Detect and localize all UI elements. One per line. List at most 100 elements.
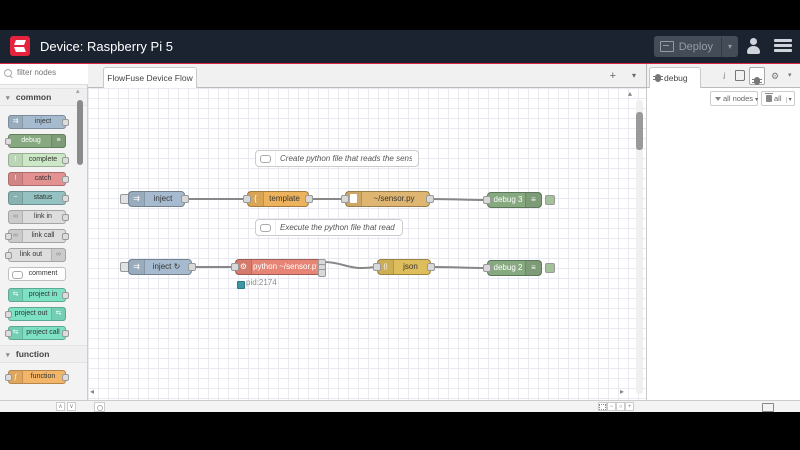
output-port[interactable] xyxy=(426,195,434,203)
project-icon: ⇆ xyxy=(9,289,23,301)
canvas-search-button[interactable] xyxy=(94,402,105,412)
minimap-icon xyxy=(599,404,606,410)
deploy-label: Deploy xyxy=(678,40,713,53)
palette-search[interactable] xyxy=(0,64,88,85)
output-port[interactable] xyxy=(188,263,196,271)
palette-node-status[interactable]: ~ status xyxy=(8,191,69,205)
palette-search-input[interactable] xyxy=(15,67,85,78)
bug-icon xyxy=(752,77,762,85)
input-port[interactable] xyxy=(483,264,491,272)
node-template[interactable]: { template xyxy=(243,191,313,207)
search-icon xyxy=(4,69,12,77)
sidebar-tabs-caret[interactable]: ▾ xyxy=(788,70,792,82)
project-icon: ⇆ xyxy=(51,308,65,320)
output-port[interactable] xyxy=(427,263,435,271)
node-sensor-file[interactable]: ~/sensor.py xyxy=(341,191,434,207)
collapse-categories-button[interactable]: ∧ xyxy=(56,402,65,411)
palette-node-inject[interactable]: ⇉ inject xyxy=(8,115,69,129)
expand-categories-button[interactable]: ∨ xyxy=(67,402,76,411)
zoom-in-button[interactable]: + xyxy=(625,402,634,411)
sidebar-tabbar: debug i ⚙ ▾ xyxy=(646,64,800,88)
device-monitor-icon[interactable] xyxy=(762,403,774,412)
chevron-down-icon: ▾ xyxy=(6,352,10,359)
palette-category-function[interactable]: ▾ function xyxy=(0,345,87,363)
input-port[interactable] xyxy=(243,195,251,203)
comment-create-python-file[interactable]: Create python file that reads the sensor… xyxy=(255,150,419,167)
inject-icon: ⇉ xyxy=(129,260,145,274)
output-port[interactable] xyxy=(305,195,313,203)
output-port[interactable] xyxy=(181,195,189,203)
speech-bubble-icon xyxy=(256,220,276,235)
output-port-rc[interactable] xyxy=(318,269,326,277)
footer-bar: ∧ ∨ − ○ + xyxy=(0,400,800,412)
input-port[interactable] xyxy=(373,263,381,271)
clear-messages-button[interactable]: all ▾ xyxy=(761,91,795,106)
user-icon[interactable] xyxy=(746,38,762,54)
palette-node-project-out[interactable]: ⇆ project out xyxy=(5,307,66,321)
debug-toggle-button[interactable] xyxy=(545,195,555,205)
comment-execute-python-file[interactable]: Execute the python file that read the da… xyxy=(255,219,403,236)
debug-filter-row: all nodes ▾ all ▾ xyxy=(646,88,800,109)
input-port[interactable] xyxy=(341,195,349,203)
input-port[interactable] xyxy=(231,263,239,271)
link-icon: ∞ xyxy=(51,249,65,261)
navigator-button[interactable] xyxy=(598,402,607,411)
debug-toggle-button[interactable] xyxy=(545,263,555,273)
node-debug-3[interactable]: ≡ debug 3 xyxy=(483,192,542,208)
palette-node-project-in[interactable]: ⇆ project in xyxy=(8,288,69,302)
deploy-button[interactable]: Deploy ▾ xyxy=(653,36,738,57)
node-inject-1[interactable]: ⇉ inject xyxy=(128,191,189,207)
node-json[interactable]: {} json xyxy=(373,259,435,275)
canvas-scrollbar[interactable] xyxy=(636,112,643,150)
inject-icon: ⇉ xyxy=(9,116,23,128)
gear-icon[interactable]: ⚙ xyxy=(771,70,779,82)
hamburger-menu-icon[interactable] xyxy=(774,39,792,53)
palette-node-link-call[interactable]: ∞ link call xyxy=(5,229,69,243)
node-exec-python[interactable]: ⚙ python ~/sensor.py xyxy=(231,259,326,277)
palette-node-link-in[interactable]: ∞ link in xyxy=(8,210,69,224)
scroll-left-icon[interactable]: ◂ xyxy=(90,388,94,396)
debug-icon: ≡ xyxy=(51,135,65,147)
palette-node-debug[interactable]: ≡ debug xyxy=(5,134,66,148)
info-tab-icon[interactable]: i xyxy=(723,70,726,82)
chevron-down-icon: ▾ xyxy=(6,95,10,102)
palette-scroll-up-icon[interactable]: ▴ xyxy=(76,87,80,95)
tab-list-caret[interactable]: ▾ xyxy=(632,69,636,83)
wires xyxy=(187,198,486,269)
status-icon: ~ xyxy=(9,192,23,204)
palette-node-project-call[interactable]: ⇆ project call xyxy=(5,326,69,340)
debug-messages-panel[interactable] xyxy=(646,109,800,400)
zoom-reset-button[interactable]: ○ xyxy=(616,402,625,411)
palette-scrollbar[interactable] xyxy=(77,100,83,165)
scroll-up-icon[interactable]: ▴ xyxy=(628,90,632,98)
node-debug-2[interactable]: ≡ debug 2 xyxy=(483,260,542,276)
scroll-right-icon[interactable]: ▸ xyxy=(620,388,624,396)
deploy-icon xyxy=(659,41,674,52)
add-flow-button[interactable]: + xyxy=(610,69,616,83)
node-palette: ▾ common ⇉ inject ≡ debug ! complete ! c… xyxy=(0,64,88,400)
deploy-options-caret[interactable]: ▾ xyxy=(720,36,738,57)
palette-node-comment[interactable]: comment xyxy=(8,267,66,281)
device-title: Device: Raspberry Pi 5 xyxy=(40,39,173,54)
bug-icon xyxy=(653,74,663,82)
input-port[interactable] xyxy=(483,196,491,204)
tab-flowfuse-device-flow[interactable]: FlowFuse Device Flow xyxy=(103,67,197,88)
flow-canvas[interactable]: Create python file that reads the sensor… xyxy=(88,88,646,400)
trash-icon xyxy=(765,93,773,102)
palette-node-function[interactable]: f function xyxy=(5,370,69,384)
app-window: Device: Raspberry Pi 5 Deploy ▾ ▾ common… xyxy=(0,30,800,412)
sidebar-tab-debug[interactable]: debug xyxy=(649,67,701,88)
debug-tab-icon-selected[interactable] xyxy=(749,67,765,85)
palette-category-common[interactable]: ▾ common xyxy=(0,88,87,106)
palette-node-link-out[interactable]: ∞ link out xyxy=(5,248,66,262)
filter-nodes-button[interactable]: all nodes ▾ xyxy=(710,91,758,106)
node-inject-repeat[interactable]: ⇉ inject ↻ xyxy=(128,259,196,275)
speech-bubble-icon xyxy=(12,268,23,281)
palette-node-catch[interactable]: ! catch xyxy=(8,172,69,186)
node-status-text: pid:2174 xyxy=(246,278,277,287)
help-book-icon[interactable] xyxy=(735,70,745,84)
palette-node-complete[interactable]: ! complete xyxy=(8,153,69,167)
debug-icon: ≡ xyxy=(525,261,541,275)
inject-icon: ⇉ xyxy=(129,192,145,206)
zoom-out-button[interactable]: − xyxy=(607,402,616,411)
